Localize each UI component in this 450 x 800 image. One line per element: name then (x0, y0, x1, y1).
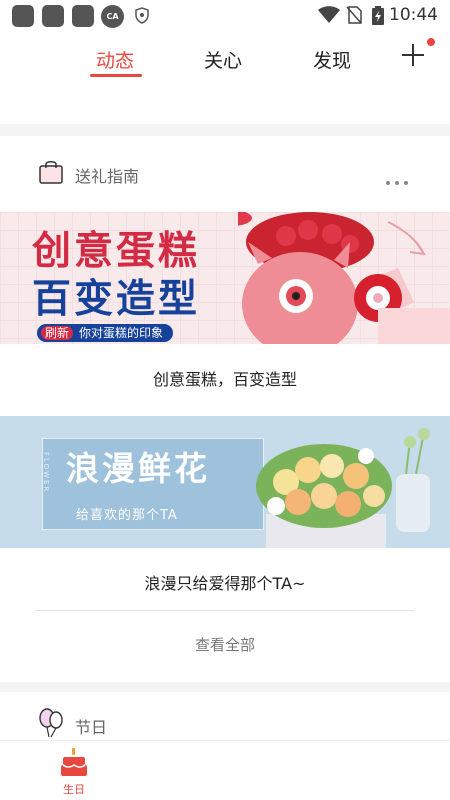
cake-banner[interactable]: 创意蛋糕 百变造型 刷新 你对蛋糕的印象 (0, 212, 450, 344)
banner-tagline-text: 你对蛋糕的印象 (79, 326, 164, 340)
top-navigation: 动态 关心 发现 (0, 32, 450, 92)
battery-charging-icon (372, 6, 384, 25)
gift-guide-title: 送礼指南 (75, 167, 140, 186)
tab-dynamic[interactable]: 动态 (96, 46, 134, 73)
app-badge-icon: CA (101, 5, 124, 28)
active-tab-indicator (90, 74, 142, 77)
balloon-icon (39, 708, 63, 738)
cake-banner-caption[interactable]: 创意蛋糕，百变造型 (0, 366, 450, 390)
banner-tagline: 刷新 你对蛋糕的印象 (37, 324, 174, 342)
shield-icon (135, 7, 149, 24)
tab-discover[interactable]: 发现 (313, 46, 351, 73)
gift-guide-card: 送礼指南 创意蛋糕 百变造型 刷新 你对蛋糕的印象 创意蛋糕，百变造型 FLOWE (0, 136, 450, 682)
flower-banner[interactable]: FLOWER 浪漫鲜花 给喜欢的那个TA (0, 416, 450, 548)
notification-icon (72, 5, 94, 27)
divider (36, 610, 414, 611)
status-bar: CA 10:44 (0, 0, 450, 32)
banner-vertical-text: FLOWER (42, 452, 50, 494)
banner-subline: 给喜欢的那个TA (76, 508, 178, 523)
banner-headline: 百变造型 (32, 277, 201, 322)
bottom-nav-birthday-label[interactable]: 生日 (60, 781, 88, 797)
section-gap (0, 682, 450, 692)
no-sim-icon (346, 6, 362, 24)
gift-guide-header: 送礼指南 (0, 136, 450, 208)
add-button[interactable] (402, 44, 424, 66)
notification-icon (12, 5, 34, 27)
section-gap (0, 124, 450, 136)
notification-icon (42, 5, 64, 27)
more-options-icon[interactable] (386, 170, 413, 189)
banner-headline: 浪漫鲜花 (66, 449, 210, 488)
cake-icon[interactable] (60, 747, 88, 777)
bottom-navigation: 生日 (0, 740, 450, 800)
wifi-icon (318, 6, 340, 23)
holiday-title: 节日 (75, 718, 108, 737)
banner-tagline-highlight: 刷新 (41, 326, 74, 340)
clock: 10:44 (389, 5, 438, 25)
notification-dot (427, 38, 435, 46)
flower-banner-caption[interactable]: 浪漫只给爱得那个TA~ (0, 570, 450, 594)
shopping-bag-icon (39, 161, 63, 184)
flower-bouquet-illustration (256, 428, 430, 548)
view-all-link[interactable]: 查看全部 (0, 634, 450, 655)
cake-illustration (238, 212, 450, 344)
tab-care[interactable]: 关心 (204, 46, 242, 73)
